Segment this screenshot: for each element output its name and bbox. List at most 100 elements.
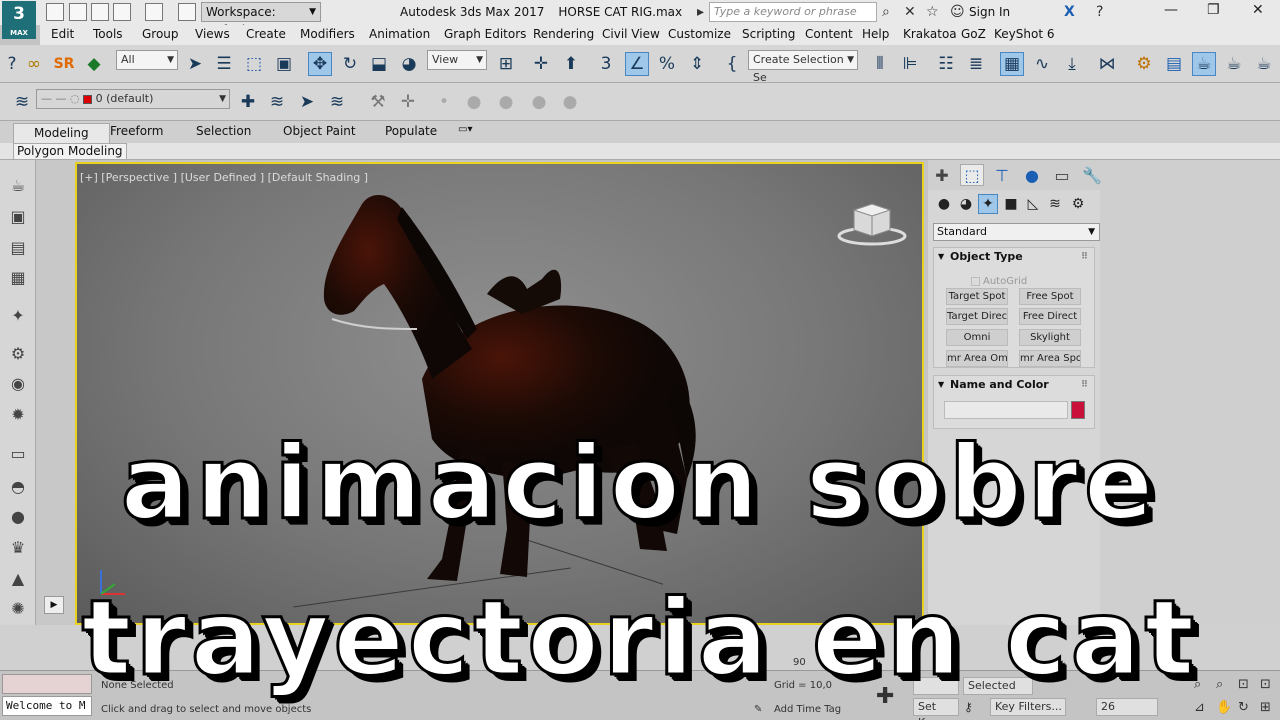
menu-create[interactable]: Create — [246, 27, 286, 41]
select-manipulate-icon[interactable]: ✛ — [529, 52, 553, 76]
time-tag-icon[interactable]: ✎ — [754, 704, 762, 715]
menu-animation[interactable]: Animation — [369, 27, 430, 41]
table-icon[interactable]: ▦ — [7, 266, 29, 288]
schematic-view-icon[interactable]: ⋈ — [1095, 52, 1119, 76]
project-folder-icon[interactable] — [178, 3, 196, 21]
render-frame-icon[interactable]: ▣ — [7, 205, 29, 227]
layers-icon[interactable]: ≋ — [10, 90, 34, 114]
menu-tools[interactable]: Tools — [93, 27, 123, 41]
light-bulb-icon[interactable]: ✦ — [7, 304, 29, 326]
angle-snap-icon[interactable]: ∠ — [625, 52, 649, 76]
brush-presets-icon[interactable]: ⚒ — [366, 90, 390, 114]
cameras-icon[interactable]: ■ — [1001, 194, 1021, 214]
menu-customize[interactable]: Customize — [668, 27, 731, 41]
tab-populate[interactable]: Populate — [385, 124, 437, 138]
tab-object-paint[interactable]: Object Paint — [283, 124, 356, 138]
new-file-icon[interactable] — [46, 3, 64, 21]
select-and-rotate-icon[interactable]: ↻ — [338, 52, 362, 76]
minimize-button[interactable]: — — [1164, 2, 1178, 18]
link-icon[interactable]: ∞ — [22, 52, 46, 76]
brush-preset-4-icon[interactable]: ● — [527, 90, 551, 114]
rendered-frame-icon[interactable]: ☕ — [1192, 52, 1216, 76]
brush-preset-3-icon[interactable]: ● — [494, 90, 518, 114]
ribbon-options-icon[interactable]: ▭▾ — [458, 124, 472, 135]
menu-help[interactable]: Help — [862, 27, 889, 41]
menu-group[interactable]: Group — [142, 27, 179, 41]
tab-freeform[interactable]: Freeform — [110, 124, 163, 138]
free-spot-button[interactable]: Free Spot — [1019, 288, 1081, 305]
tab-modeling[interactable]: Modeling — [13, 123, 110, 143]
add-time-tag-button[interactable]: Add Time Tag — [774, 704, 841, 715]
add-to-layer-icon[interactable]: ≋ — [265, 90, 289, 114]
menu-content[interactable]: Content — [805, 27, 853, 41]
dope-sheet-icon[interactable]: ⤓ — [1060, 52, 1084, 76]
utilities-tab-icon[interactable]: 🔧 — [1080, 164, 1104, 186]
render-icon[interactable]: ☕ — [1222, 52, 1246, 76]
skylight-button[interactable]: Skylight — [1019, 329, 1081, 346]
search-icon[interactable]: ⌕ — [882, 4, 890, 20]
exchange-icon[interactable]: X — [1064, 4, 1075, 20]
curve-editor-icon[interactable]: ∿ — [1030, 52, 1054, 76]
mr-area-spot-button[interactable]: mr Area Spot — [1019, 350, 1081, 367]
systems-icon[interactable]: ⚙ — [1068, 194, 1088, 214]
maximize-button[interactable]: ❐ — [1207, 2, 1220, 18]
object-name-field[interactable] — [944, 401, 1068, 419]
brush-preset-1-icon[interactable]: • — [432, 90, 456, 114]
omni-button[interactable]: Omni — [946, 329, 1008, 346]
free-direct-button[interactable]: Free Direct — [1019, 308, 1081, 325]
align-icon[interactable]: ⊫ — [898, 52, 922, 76]
set-current-layer-icon[interactable]: ≋ — [325, 90, 349, 114]
motion-tab-icon[interactable]: ● — [1020, 164, 1044, 186]
select-and-place-icon[interactable]: ◕ — [397, 52, 421, 76]
percent-snap-icon[interactable]: % — [655, 52, 679, 76]
keyboard-shortcut-icon[interactable]: ⬆ — [559, 52, 583, 76]
perspective-viewport[interactable]: [+] [Perspective ] [User Defined ] [Defa… — [75, 162, 924, 625]
object-type-header[interactable]: ▼ Object Type ⠿ — [934, 248, 1094, 266]
pan-icon[interactable]: ✋ — [1216, 700, 1232, 715]
geometry-icon[interactable]: ● — [934, 194, 954, 214]
scene-explorer-icon[interactable]: ▦ — [1000, 52, 1024, 76]
user-icon[interactable]: ☺ — [950, 4, 965, 20]
teapot-icon[interactable]: ☕ — [7, 174, 29, 196]
target-spot-button[interactable]: Target Spot — [946, 288, 1008, 305]
redo-icon[interactable] — [145, 3, 163, 21]
workspace-dropdown[interactable]: Workspace: Default▼ — [201, 2, 321, 37]
target-direct-button[interactable]: Target Direct — [946, 308, 1008, 325]
orbit-icon[interactable]: ↻ — [1238, 700, 1249, 715]
window-crossing-icon[interactable]: ▣ — [272, 52, 296, 76]
object-color-swatch[interactable] — [1071, 401, 1085, 419]
menu-scripting[interactable]: Scripting — [742, 27, 795, 41]
close-button[interactable]: ✕ — [1252, 2, 1264, 18]
star-icon[interactable]: ☆ — [926, 4, 939, 20]
select-and-scale-icon[interactable]: ⬓ — [367, 52, 391, 76]
create-tab-icon[interactable]: ✚ — [930, 164, 954, 186]
help-icon[interactable]: ? — [1096, 4, 1103, 20]
current-frame-field[interactable]: 26 — [1096, 698, 1158, 716]
subscription-icon[interactable]: ✕ — [904, 4, 916, 20]
rectangular-selection-icon[interactable]: ⬚ — [242, 52, 266, 76]
modify-tab-icon[interactable]: ⬚ — [960, 164, 984, 186]
add-brush-icon[interactable]: ✛ — [396, 90, 420, 114]
menu-edit[interactable]: Edit — [51, 27, 74, 41]
viewcube-icon[interactable] — [837, 198, 907, 248]
edit-named-selection-icon[interactable]: { — [720, 52, 744, 76]
hierarchy-tab-icon[interactable]: ⊤ — [990, 164, 1014, 186]
snaps-toggle-icon[interactable]: 3 — [594, 52, 618, 76]
select-in-layer-icon[interactable]: ➤ — [295, 90, 319, 114]
menu-graph-editors[interactable]: Graph Editors — [444, 27, 526, 41]
undo-icon[interactable] — [113, 3, 131, 21]
menu-keyshot[interactable]: KeyShot 6 — [994, 27, 1054, 41]
bind-space-warp-icon[interactable]: ◆ — [82, 52, 106, 76]
render-iterative-icon[interactable]: ☕ — [1252, 52, 1276, 76]
save-file-icon[interactable] — [91, 3, 109, 21]
sr-button[interactable]: SR — [52, 52, 76, 76]
field-of-view-icon[interactable]: ⊿ — [1194, 700, 1205, 715]
name-color-header[interactable]: ▼ Name and Color ⠿ — [934, 376, 1094, 394]
space-warps-icon[interactable]: ≋ — [1045, 194, 1065, 214]
search-input[interactable]: Type a keyword or phrase — [709, 2, 877, 22]
helpers-icon[interactable]: ◺ — [1023, 194, 1043, 214]
help-query-icon[interactable]: ? — [0, 52, 24, 76]
mr-area-omni-button[interactable]: mr Area Omni — [946, 350, 1008, 367]
reference-coordinate-dropdown[interactable]: View ▼ — [427, 50, 487, 70]
polygon-modeling-button[interactable]: Polygon Modeling — [13, 143, 127, 160]
